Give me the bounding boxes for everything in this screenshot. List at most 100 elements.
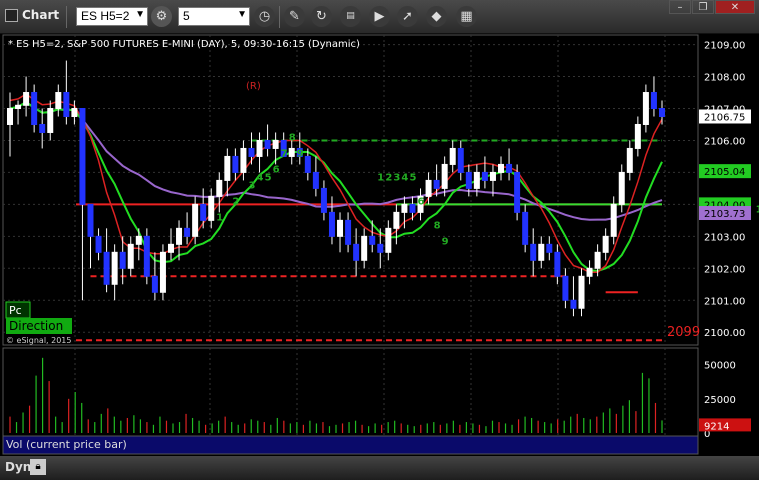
count-label: 4 <box>257 172 264 183</box>
dyn-label: Dyn <box>5 460 32 474</box>
quote-icon[interactable]: ▤ <box>340 6 361 27</box>
candle <box>385 227 392 253</box>
candle <box>208 195 215 221</box>
candle <box>465 171 472 189</box>
candle <box>337 219 344 237</box>
candle <box>602 235 609 253</box>
count-label: 5 <box>409 172 416 183</box>
pencil-icon[interactable]: ✎ <box>284 6 305 27</box>
candle <box>240 147 247 173</box>
candle <box>449 147 456 165</box>
candle <box>353 243 360 261</box>
r-marker: (R) <box>246 81 261 92</box>
candle <box>522 211 529 245</box>
direction-label: Direction <box>9 319 63 333</box>
candle <box>47 108 54 133</box>
candle <box>481 171 488 181</box>
chevron-down-icon[interactable]: ▼ <box>237 9 247 20</box>
candle <box>31 92 38 125</box>
candle <box>328 211 335 237</box>
candle <box>304 155 311 173</box>
candle <box>441 163 448 189</box>
candle <box>457 147 464 173</box>
level-label: 2099 <box>667 325 700 340</box>
window-title: Chart <box>22 8 60 22</box>
candle <box>514 171 521 213</box>
play-icon[interactable]: ▶ <box>369 6 390 27</box>
count-label: 2 <box>385 172 392 183</box>
price-tick-label: 2100.00 <box>704 328 745 339</box>
candle <box>538 243 545 261</box>
candle <box>498 163 505 173</box>
diamond-icon[interactable]: ◆ <box>426 6 447 27</box>
price-tag-label: 2106.75 <box>704 112 745 123</box>
lock-icon[interactable]: 🔒︎ <box>30 459 46 475</box>
close-icon[interactable]: ✕ <box>715 0 755 14</box>
candle <box>562 275 569 301</box>
candle <box>232 155 239 173</box>
chevron-down-icon[interactable]: ▼ <box>135 9 145 20</box>
candle <box>530 243 537 261</box>
count-label: 9 <box>442 236 449 247</box>
count-label: 3 <box>393 172 400 183</box>
candle <box>377 243 384 253</box>
price-tag-label: 2103.73 <box>704 209 745 220</box>
candle <box>63 92 70 117</box>
chart-header: * ES H5=2, S&P 500 FUTURES E-MINI (DAY),… <box>8 39 360 50</box>
refresh-icon[interactable]: ↻ <box>311 6 332 27</box>
copyright: © eSignal, 2015 <box>6 336 71 345</box>
restore-icon[interactable]: ❐ <box>692 0 714 14</box>
price-tick-label: 2101.00 <box>704 296 745 307</box>
count-label: 1 <box>377 172 384 183</box>
candle <box>626 147 633 173</box>
volume-tick-label: 25000 <box>704 395 736 406</box>
interval-settings-icon[interactable]: ⚙ <box>151 6 172 27</box>
price-tick-label: 2106.00 <box>704 136 745 147</box>
candle <box>506 163 513 173</box>
clock-icon[interactable]: ◷ <box>254 6 275 27</box>
count-label: 8 <box>434 220 441 231</box>
symbol-combo[interactable]: ES H5=2 ▼ <box>76 7 148 26</box>
count-label: 6 <box>418 196 425 207</box>
candle <box>167 243 174 253</box>
volume-tick-label: 50000 <box>704 361 736 372</box>
candle <box>248 147 255 157</box>
candle <box>546 243 553 253</box>
count-label: 6 <box>273 164 280 175</box>
price-panel <box>2 34 699 346</box>
candle <box>135 235 142 245</box>
volume-axis: 500002500009214 <box>699 361 751 440</box>
price-axis: 2109.002108.002107.002106.002105.002104.… <box>699 41 751 339</box>
count-label: 5 <box>265 172 272 183</box>
candle <box>312 171 319 189</box>
candle <box>586 267 593 277</box>
count-label: 9 <box>297 148 304 159</box>
candle <box>79 108 86 205</box>
price-tick-label: 2103.00 <box>704 232 745 243</box>
toolbar: Chart ES H5=2 ▼ ⚙ 5 ▼ ◷ ✎ ↻ ▤ ▶ ➚ ◆ ▦ – … <box>0 0 759 34</box>
count-label: 7 <box>281 148 288 159</box>
candle <box>409 203 416 213</box>
interval-value: 5 <box>183 9 190 23</box>
candle <box>433 179 440 189</box>
count-label: 3 <box>248 180 255 191</box>
candle <box>224 155 231 181</box>
candle <box>320 187 327 213</box>
candle <box>256 139 263 157</box>
symbol-value: ES H5=2 <box>81 9 130 23</box>
candle <box>184 227 191 237</box>
candle <box>55 92 62 110</box>
count-label: 1 <box>216 212 223 223</box>
candle <box>15 104 22 110</box>
cursor-icon[interactable]: ➚ <box>397 6 418 27</box>
candle <box>95 235 102 253</box>
candle <box>264 139 271 149</box>
minimize-icon[interactable]: – <box>669 0 691 14</box>
grid-icon[interactable]: ▦ <box>456 6 477 27</box>
count-label: 2 <box>232 196 239 207</box>
candle <box>361 235 368 261</box>
candle <box>594 251 601 269</box>
chart-canvas[interactable]: 123456789123456891234567891234567 2109.0… <box>0 33 759 456</box>
candle <box>610 203 617 237</box>
interval-combo[interactable]: 5 ▼ <box>178 7 250 26</box>
